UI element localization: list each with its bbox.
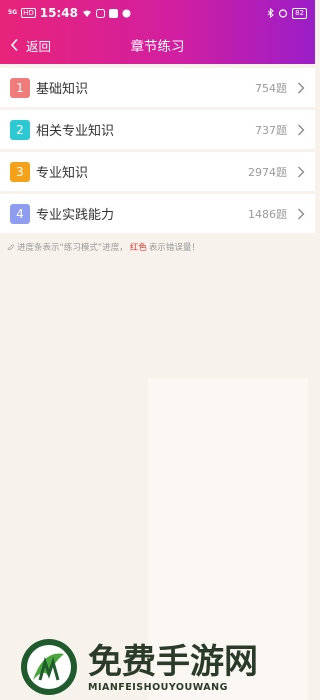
notification-icon bbox=[95, 8, 105, 18]
chevron-right-icon bbox=[298, 166, 305, 177]
chapter-name: 基础知识 bbox=[36, 82, 89, 97]
compass-icon bbox=[122, 9, 131, 17]
chapter-name: 专业知识 bbox=[36, 166, 89, 181]
watermark-subtitle: MIANFEISHOUYOUWANG bbox=[88, 681, 228, 693]
hint-text-after: 表示错误量！ bbox=[148, 243, 200, 253]
chapter-item-related[interactable]: 2 相关专业知识 737题 bbox=[0, 110, 315, 149]
watermark-logo-icon bbox=[21, 639, 77, 695]
watermark-text: 免费手游网 MIANFEISHOUYOUWANG bbox=[88, 642, 258, 693]
signal-indicator: 5G bbox=[8, 9, 18, 16]
watermark-title: 免费手游网 bbox=[88, 641, 258, 682]
chapter-count: 754题 bbox=[255, 81, 287, 95]
chevron-right-icon bbox=[298, 82, 305, 93]
nav-bar: 返回 章节练习 bbox=[0, 26, 315, 64]
status-left: 5G HD 15:48 bbox=[8, 6, 131, 20]
clock: 15:48 bbox=[39, 6, 78, 20]
hd-badge: HD bbox=[21, 8, 36, 18]
watermark-overlay: 免费手游网 MIANFEISHOUYOUWANG bbox=[0, 634, 315, 700]
chevron-right-icon bbox=[298, 208, 305, 219]
chapter-item-professional[interactable]: 3 专业知识 2974题 bbox=[0, 152, 315, 191]
chevron-left-icon bbox=[10, 38, 18, 52]
chapter-index-badge: 3 bbox=[10, 161, 30, 182]
chapter-name: 相关专业知识 bbox=[36, 124, 115, 139]
chapter-list: 1 基础知识 754题 2 相关专业知识 737题 3 专业知识 2974题 4… bbox=[0, 68, 315, 236]
app-icon bbox=[108, 8, 118, 18]
chapter-count: 1486题 bbox=[248, 207, 287, 221]
chapter-index-badge: 2 bbox=[10, 119, 30, 140]
back-label: 返回 bbox=[26, 38, 52, 54]
chapter-item-basic[interactable]: 1 基础知识 754题 bbox=[0, 68, 315, 107]
chevron-right-icon bbox=[298, 124, 305, 135]
battery-indicator: 82 bbox=[292, 7, 307, 19]
hint-text-red: 红色 bbox=[129, 243, 147, 253]
progress-hint: 进度条表示“练习模式”进度， 红色 表示错误量！ bbox=[7, 241, 200, 253]
status-right: 82 bbox=[267, 7, 307, 19]
bluetooth-icon bbox=[267, 8, 274, 18]
tip-icon bbox=[7, 244, 14, 251]
status-bar: 5G HD 15:48 82 bbox=[0, 0, 315, 26]
back-button[interactable]: 返回 bbox=[0, 36, 51, 55]
wifi-icon bbox=[82, 10, 91, 17]
alarm-icon bbox=[278, 9, 288, 18]
chapter-name: 专业实践能力 bbox=[36, 208, 115, 223]
chapter-item-practice[interactable]: 4 专业实践能力 1486题 bbox=[0, 194, 315, 233]
chapter-count: 737题 bbox=[255, 123, 287, 137]
chapter-count: 2974题 bbox=[248, 165, 287, 179]
chapter-index-badge: 4 bbox=[10, 203, 30, 224]
chapter-index-badge: 1 bbox=[10, 77, 30, 98]
hint-text-before: 进度条表示“练习模式”进度， bbox=[17, 243, 128, 253]
